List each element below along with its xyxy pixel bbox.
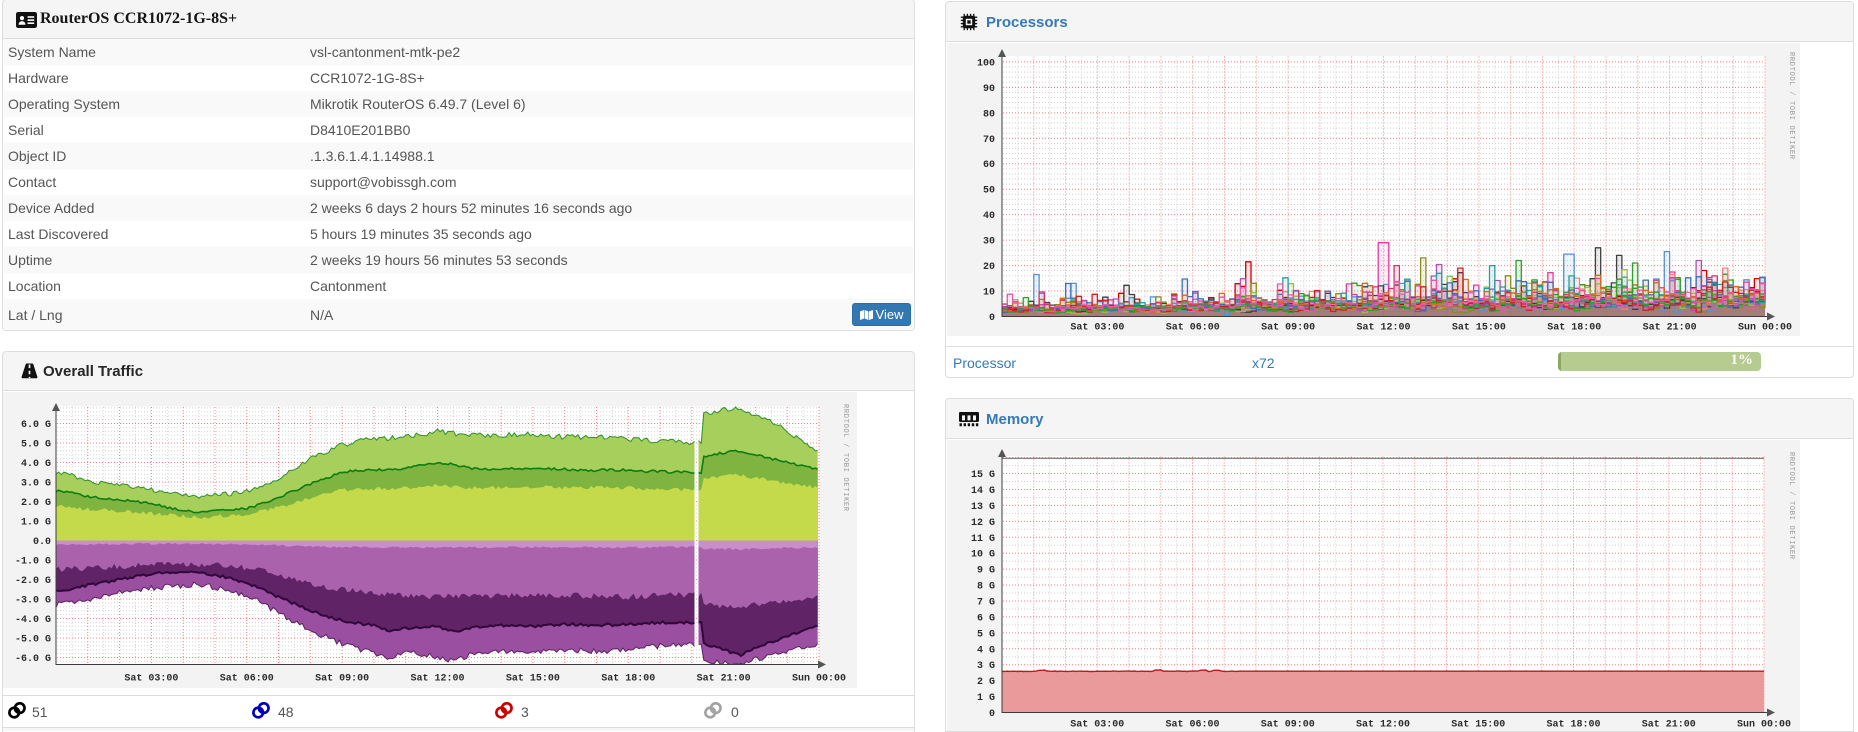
svg-text:14 G: 14 G <box>971 486 995 497</box>
svg-text:1 G: 1 G <box>977 693 995 704</box>
svg-text:RRDTOOL / TOBI OETIKER: RRDTOOL / TOBI OETIKER <box>1787 452 1795 560</box>
svg-text:90: 90 <box>983 84 995 95</box>
svg-text:Sun 00:00: Sun 00:00 <box>792 674 846 685</box>
svg-text:-5.0 G: -5.0 G <box>15 635 51 646</box>
svg-text:-2.0 G: -2.0 G <box>15 576 51 587</box>
svg-text:0: 0 <box>989 709 995 720</box>
svg-text:RRDTOOL / TOBI OETIKER: RRDTOOL / TOBI OETIKER <box>841 404 849 512</box>
svg-text:1.0 G: 1.0 G <box>21 518 51 529</box>
svg-text:100: 100 <box>977 58 995 69</box>
svg-text:Sat 06:00: Sat 06:00 <box>1165 720 1219 731</box>
svg-text:Sat 09:00: Sat 09:00 <box>315 674 369 685</box>
svg-text:Sat 12:00: Sat 12:00 <box>410 674 464 685</box>
svg-text:6 G: 6 G <box>977 613 995 624</box>
svg-text:3 G: 3 G <box>977 661 995 672</box>
svg-text:13 G: 13 G <box>971 502 995 513</box>
svg-text:0.0: 0.0 <box>33 537 51 548</box>
svg-text:Sat 18:00: Sat 18:00 <box>601 674 655 685</box>
svg-text:Sat 03:00: Sat 03:00 <box>1070 323 1124 334</box>
svg-text:30: 30 <box>983 237 995 248</box>
svg-text:Sun 00:00: Sun 00:00 <box>1738 323 1792 334</box>
svg-text:Sat 18:00: Sat 18:00 <box>1546 720 1600 731</box>
svg-text:-3.0 G: -3.0 G <box>15 596 51 607</box>
svg-text:15 G: 15 G <box>971 470 995 481</box>
svg-text:Sat 09:00: Sat 09:00 <box>1261 720 1315 731</box>
svg-text:50: 50 <box>983 186 995 197</box>
svg-text:5.0 G: 5.0 G <box>21 440 51 451</box>
svg-text:0: 0 <box>989 313 995 324</box>
svg-text:4 G: 4 G <box>977 645 995 656</box>
svg-text:Sat 18:00: Sat 18:00 <box>1547 323 1601 334</box>
svg-text:60: 60 <box>983 160 995 171</box>
svg-text:Sat 06:00: Sat 06:00 <box>220 674 274 685</box>
svg-text:Sun 00:00: Sun 00:00 <box>1737 720 1791 731</box>
svg-text:2.0 G: 2.0 G <box>21 498 51 509</box>
svg-text:12 G: 12 G <box>971 518 995 529</box>
svg-text:Sat 15:00: Sat 15:00 <box>1451 720 1505 731</box>
svg-text:6.0 G: 6.0 G <box>21 420 51 431</box>
svg-text:-4.0 G: -4.0 G <box>15 615 51 626</box>
svg-text:Sat 06:00: Sat 06:00 <box>1166 323 1220 334</box>
svg-text:RRDTOOL / TOBI OETIKER: RRDTOOL / TOBI OETIKER <box>1787 52 1795 160</box>
svg-text:-1.0 G: -1.0 G <box>15 557 51 568</box>
svg-text:Sat 15:00: Sat 15:00 <box>1452 323 1506 334</box>
svg-text:80: 80 <box>983 109 995 120</box>
svg-text:8 G: 8 G <box>977 582 995 593</box>
svg-text:20: 20 <box>983 262 995 273</box>
svg-text:11 G: 11 G <box>971 534 995 545</box>
svg-text:Sat 21:00: Sat 21:00 <box>1643 323 1697 334</box>
svg-text:5 G: 5 G <box>977 629 995 640</box>
svg-text:3.0 G: 3.0 G <box>21 479 51 490</box>
svg-text:7 G: 7 G <box>977 598 995 609</box>
svg-text:4.0 G: 4.0 G <box>21 459 51 470</box>
svg-text:Sat 12:00: Sat 12:00 <box>1356 720 1410 731</box>
svg-text:Sat 21:00: Sat 21:00 <box>697 674 751 685</box>
svg-text:Sat 15:00: Sat 15:00 <box>506 674 560 685</box>
svg-text:2 G: 2 G <box>977 677 995 688</box>
svg-text:-6.0 G: -6.0 G <box>15 654 51 665</box>
svg-text:Sat 09:00: Sat 09:00 <box>1261 323 1315 334</box>
svg-text:10: 10 <box>983 288 995 299</box>
svg-text:Sat 03:00: Sat 03:00 <box>124 674 178 685</box>
svg-text:Sat 21:00: Sat 21:00 <box>1642 720 1696 731</box>
svg-text:70: 70 <box>983 135 995 146</box>
svg-text:40: 40 <box>983 211 995 222</box>
svg-text:9 G: 9 G <box>977 566 995 577</box>
svg-text:Sat 12:00: Sat 12:00 <box>1356 323 1410 334</box>
svg-text:10 G: 10 G <box>971 550 995 561</box>
svg-text:Sat 03:00: Sat 03:00 <box>1070 720 1124 731</box>
